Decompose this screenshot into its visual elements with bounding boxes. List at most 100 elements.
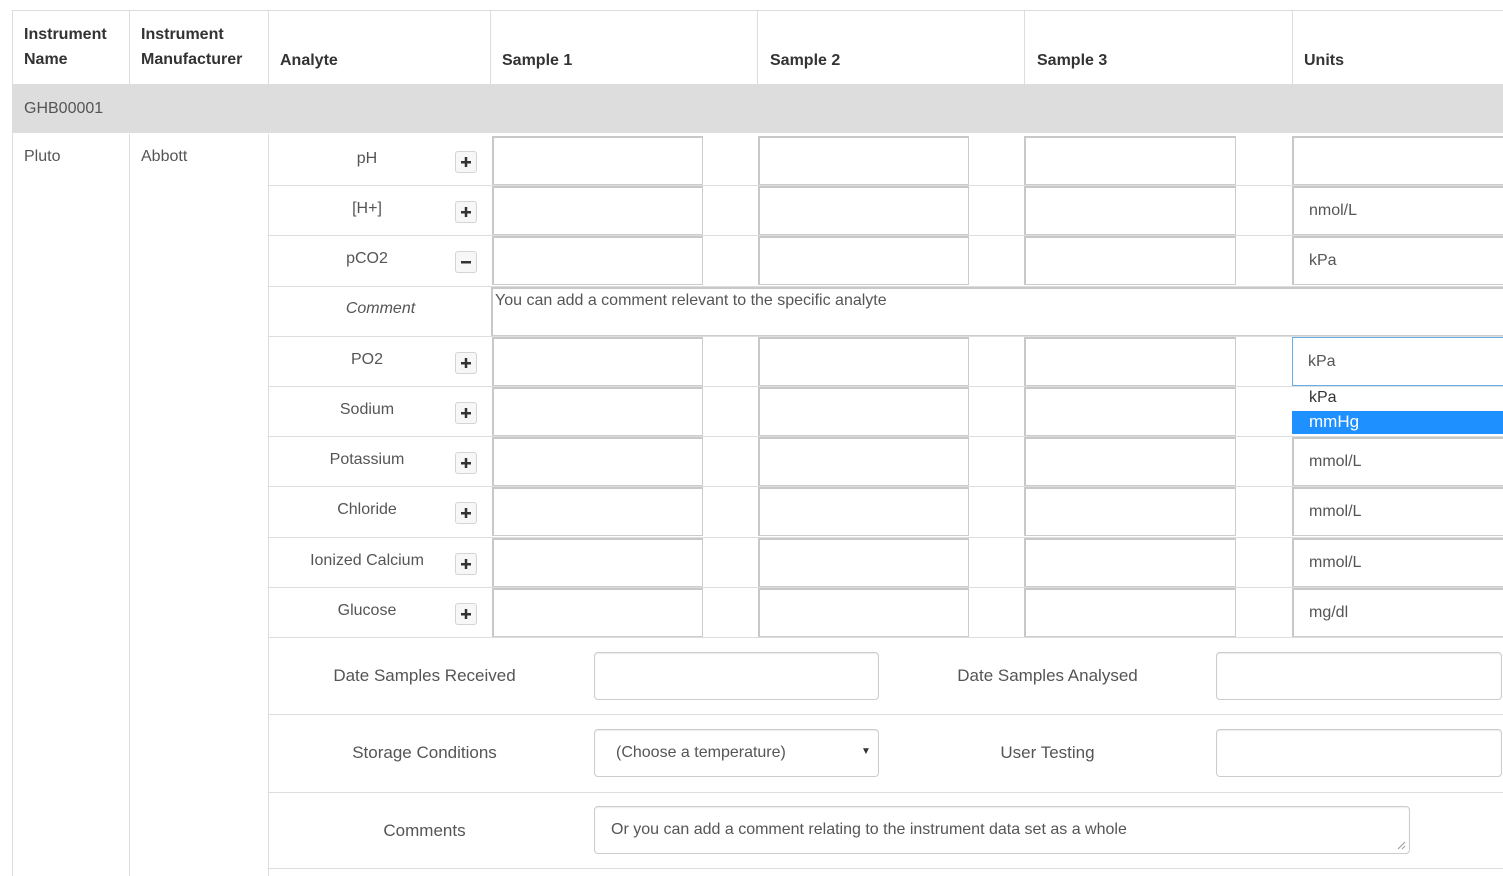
unit-select[interactable]: mg/dl: [1292, 588, 1503, 637]
expand-button[interactable]: [455, 502, 477, 524]
header-units: Units: [1304, 52, 1344, 69]
collapse-button[interactable]: [455, 251, 477, 273]
analyte-label: [H+]: [352, 200, 382, 217]
plus-icon: [461, 157, 471, 167]
sample-2-input[interactable]: [758, 136, 969, 185]
table-left-border: [12, 10, 13, 876]
analyte-comment-label: Comment: [345, 300, 416, 317]
comments-label: Comments: [383, 821, 466, 840]
sample-3-input[interactable]: [1024, 437, 1236, 486]
expand-button[interactable]: [455, 452, 477, 474]
expand-button[interactable]: [455, 603, 477, 625]
sample-3-input[interactable]: [1024, 538, 1236, 587]
storage-selected-value: (Choose a temperature): [616, 744, 786, 761]
unit-select[interactable]: mmol/L: [1292, 437, 1503, 486]
minus-icon: [461, 261, 471, 264]
unit-select[interactable]: mmol/L: [1292, 487, 1503, 536]
header-sample-1: Sample 1: [502, 52, 573, 69]
unit-select[interactable]: nmol/L: [1292, 186, 1503, 235]
sample-2-input[interactable]: [758, 387, 969, 436]
row-divider: [268, 637, 1503, 638]
plus-icon: [461, 207, 471, 217]
header-divider: [757, 10, 758, 84]
storage-conditions-select[interactable]: (Choose a temperature) ▼: [594, 729, 879, 777]
date-received-input[interactable]: [594, 652, 879, 700]
sample-3-input[interactable]: [1024, 136, 1236, 185]
sample-3-input[interactable]: [1024, 236, 1236, 285]
sample-1-input[interactable]: [492, 186, 703, 235]
sample-2-input[interactable]: [758, 487, 969, 536]
expand-button[interactable]: [455, 402, 477, 424]
sample-2-input[interactable]: [758, 588, 969, 637]
sample-2-input[interactable]: [758, 437, 969, 486]
header-divider: [1292, 10, 1293, 84]
caret-down-icon: ▼: [861, 746, 871, 757]
date-analysed-input[interactable]: [1216, 652, 1502, 700]
analyte-label: Potassium: [329, 451, 405, 468]
group-id: GHB00001: [24, 100, 104, 117]
plus-icon: [461, 508, 471, 518]
plus-icon: [461, 609, 471, 619]
sample-1-input[interactable]: [492, 487, 703, 536]
analyte-label: pH: [356, 150, 378, 167]
unit-option-highlighted[interactable]: mmHg: [1292, 411, 1503, 434]
unit-select[interactable]: kPa: [1292, 337, 1503, 386]
row-divider: [268, 868, 1503, 869]
sample-1-input[interactable]: [492, 136, 703, 185]
sample-3-input[interactable]: [1024, 387, 1236, 436]
sample-1-input[interactable]: [492, 337, 703, 386]
header-divider: [129, 10, 130, 84]
sample-1-input[interactable]: [492, 236, 703, 285]
date-analysed-label: Date Samples Analysed: [957, 666, 1138, 685]
expand-button[interactable]: [455, 151, 477, 173]
unit-select[interactable]: mmol/L: [1292, 538, 1503, 587]
plus-icon: [461, 458, 471, 468]
plus-icon: [461, 559, 471, 569]
sample-2-input[interactable]: [758, 186, 969, 235]
user-testing-input[interactable]: [1216, 729, 1502, 777]
plus-icon: [461, 408, 471, 418]
sample-3-input[interactable]: [1024, 186, 1236, 235]
header-sample-3: Sample 3: [1037, 52, 1108, 69]
sample-1-input[interactable]: [492, 387, 703, 436]
analyte-label: PO2: [350, 351, 383, 368]
sample-2-input[interactable]: [758, 337, 969, 386]
expand-button[interactable]: [455, 553, 477, 575]
sample-2-input[interactable]: [758, 538, 969, 587]
header-sample-2: Sample 2: [770, 52, 841, 69]
analyte-label: Sodium: [339, 401, 395, 418]
column-divider: [129, 134, 130, 876]
comments-value: Or you can add a comment relating to the…: [611, 821, 1127, 838]
unit-select[interactable]: kPa: [1292, 236, 1503, 285]
analyte-comment-textarea[interactable]: You can add a comment relevant to the sp…: [491, 287, 1503, 336]
date-received-label: Date Samples Received: [333, 666, 516, 685]
analyte-label: Glucose: [337, 602, 397, 619]
row-divider: [268, 714, 1503, 715]
group-row: GHB00001: [13, 84, 1503, 133]
unit-option[interactable]: kPa: [1309, 388, 1337, 408]
header-divider: [1024, 10, 1025, 84]
sample-3-input[interactable]: [1024, 337, 1236, 386]
analyte-label: pCO2: [346, 250, 388, 267]
sample-3-input[interactable]: [1024, 487, 1236, 536]
sample-3-input[interactable]: [1024, 588, 1236, 637]
header-divider: [268, 10, 269, 84]
column-divider: [268, 134, 269, 876]
sample-2-input[interactable]: [758, 236, 969, 285]
unit-option-label: mmHg: [1309, 412, 1360, 431]
analyte-label: Ionized Calcium: [310, 552, 424, 569]
comments-textarea[interactable]: Or you can add a comment relating to the…: [594, 806, 1410, 854]
header-divider: [490, 10, 491, 84]
instrument-name: Pluto: [24, 148, 61, 165]
user-testing-label: User Testing: [1000, 743, 1095, 762]
resize-handle-icon[interactable]: [1397, 841, 1406, 850]
expand-button[interactable]: [455, 201, 477, 223]
header-analyte: Analyte: [280, 52, 338, 69]
sample-1-input[interactable]: [492, 437, 703, 486]
analyte-label: Chloride: [337, 501, 397, 518]
sample-1-input[interactable]: [492, 538, 703, 587]
unit-select[interactable]: [1292, 136, 1503, 185]
row-divider: [268, 792, 1503, 793]
expand-button[interactable]: [455, 352, 477, 374]
sample-1-input[interactable]: [492, 588, 703, 637]
